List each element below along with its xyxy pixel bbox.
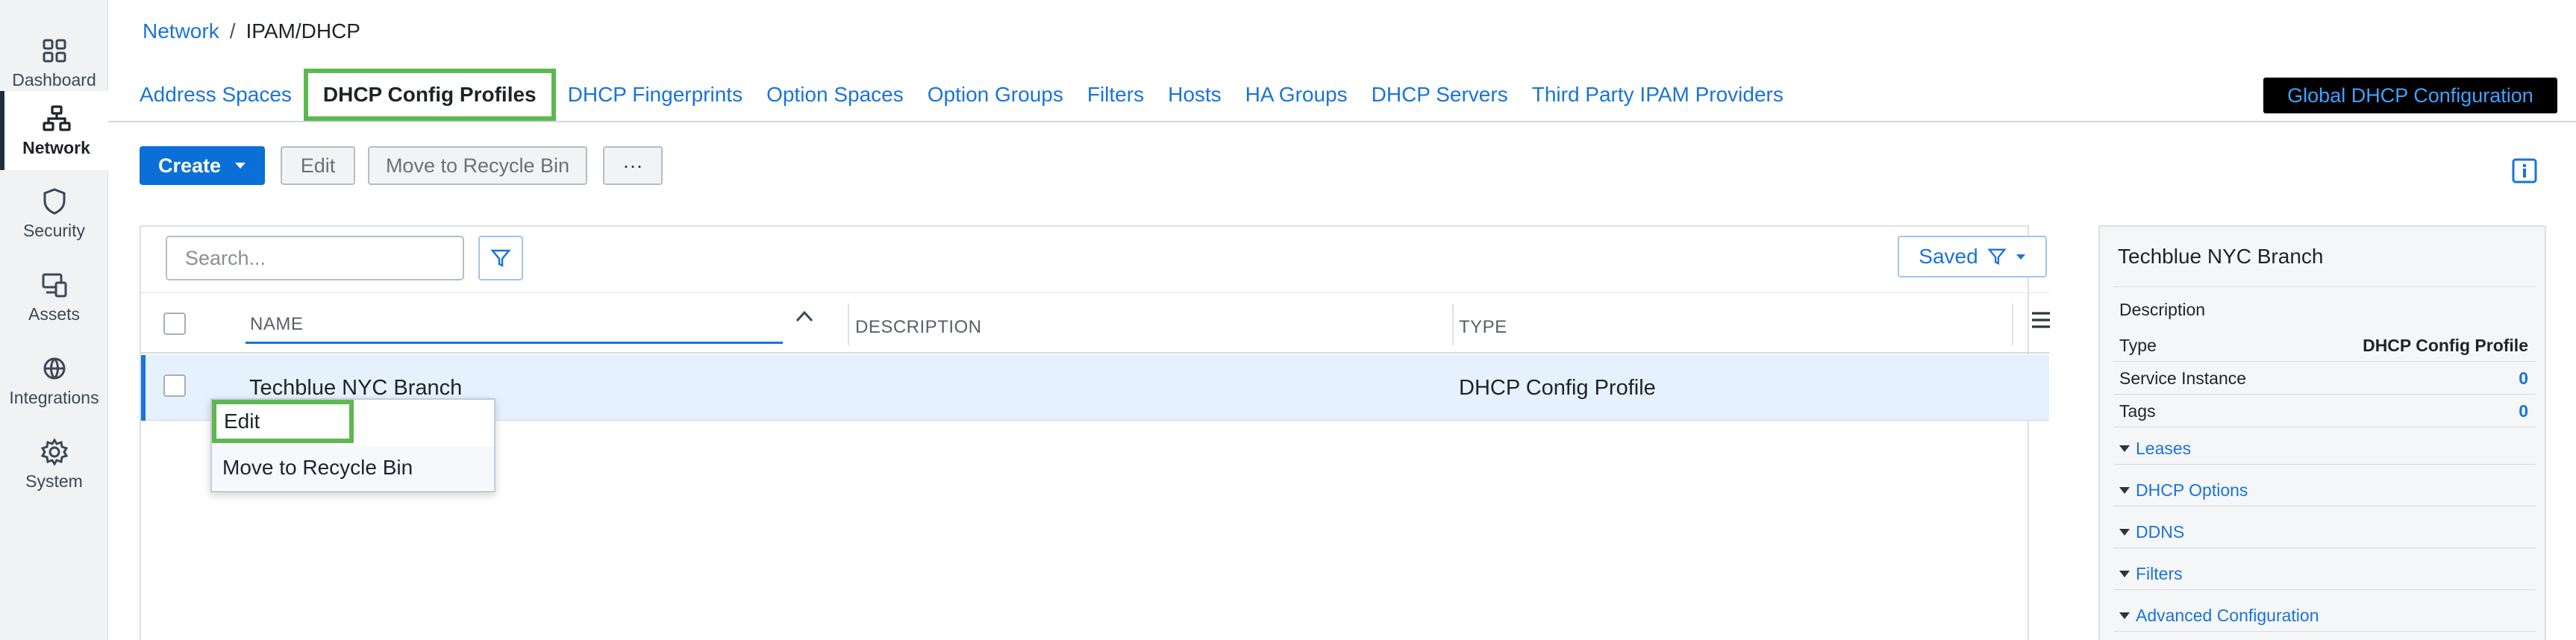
shield-icon bbox=[43, 187, 65, 215]
saved-filters-button[interactable]: Saved bbox=[1898, 236, 2047, 277]
detail-section-ddns[interactable]: DDNS bbox=[2119, 522, 2184, 542]
context-menu-edit[interactable]: Edit bbox=[212, 400, 354, 443]
tab-address-spaces[interactable]: Address Spaces bbox=[140, 69, 304, 121]
row-type-cell: DHCP Config Profile bbox=[1459, 376, 1656, 400]
tab-third-party-ipam-providers[interactable]: Third Party IPAM Providers bbox=[1520, 69, 1795, 121]
expand-triangle-icon bbox=[2119, 612, 2130, 619]
expand-triangle-icon bbox=[2119, 487, 2130, 494]
detail-tags-value[interactable]: 0 bbox=[2519, 401, 2528, 421]
filter-icon bbox=[1987, 248, 2007, 266]
tabs-divider bbox=[108, 121, 2576, 122]
breadcrumb-network-link[interactable]: Network bbox=[143, 19, 219, 43]
sidebar-item-integrations[interactable]: Integrations bbox=[0, 343, 108, 418]
section-label: DHCP Options bbox=[2136, 480, 2248, 500]
assets-icon bbox=[42, 273, 66, 297]
detail-panel: Techblue NYC Branch Description Type DHC… bbox=[2098, 225, 2546, 640]
detail-service-instance-value[interactable]: 0 bbox=[2519, 368, 2528, 389]
detail-tags-label: Tags bbox=[2119, 401, 2156, 421]
detail-section-filters[interactable]: Filters bbox=[2119, 564, 2183, 584]
divider bbox=[2113, 464, 2536, 465]
move-to-recycle-bin-button[interactable]: Move to Recycle Bin bbox=[368, 146, 587, 185]
tab-filters[interactable]: Filters bbox=[1075, 69, 1156, 121]
breadcrumb: Network / IPAM/DHCP bbox=[143, 19, 360, 43]
divider bbox=[2113, 631, 2536, 632]
detail-section-dhcp-options[interactable]: DHCP Options bbox=[2119, 480, 2248, 501]
column-header-name[interactable]: NAME bbox=[250, 314, 303, 335]
detail-description-label: Description bbox=[2119, 300, 2206, 319]
row-context-menu: Edit Move to Recycle Bin bbox=[210, 398, 495, 492]
sidebar-item-label: System bbox=[25, 471, 83, 491]
create-button[interactable]: Create bbox=[140, 146, 265, 185]
breadcrumb-separator: / bbox=[229, 19, 236, 43]
row-name-cell[interactable]: Techblue NYC Branch bbox=[249, 376, 462, 401]
sidebar-item-system[interactable]: System bbox=[0, 427, 108, 501]
column-header-description[interactable]: DESCRIPTION bbox=[855, 317, 982, 338]
expand-triangle-icon bbox=[2119, 445, 2130, 452]
tab-option-spaces[interactable]: Option Spaces bbox=[754, 69, 916, 121]
table-header: NAME DESCRIPTION TYPE bbox=[141, 292, 2049, 354]
name-column-active-indicator bbox=[246, 342, 783, 344]
grid-icon bbox=[43, 39, 66, 62]
sort-ascending-icon[interactable] bbox=[793, 304, 816, 328]
sidebar-item-label: Assets bbox=[28, 304, 81, 324]
section-label: Filters bbox=[2136, 564, 2183, 583]
sidebar-item-assets[interactable]: Assets bbox=[0, 260, 108, 334]
row-selected-indicator bbox=[141, 355, 146, 421]
tab-bar: Address Spaces DHCP Config Profiles DHCP… bbox=[140, 61, 1795, 128]
filter-button[interactable] bbox=[478, 236, 523, 280]
network-icon bbox=[42, 104, 71, 131]
tab-dhcp-fingerprints[interactable]: DHCP Fingerprints bbox=[556, 69, 754, 121]
sidebar-item-label: Network bbox=[22, 137, 90, 157]
column-separator bbox=[848, 304, 849, 345]
column-separator bbox=[1452, 304, 1454, 345]
tab-ha-groups[interactable]: HA Groups bbox=[1234, 69, 1360, 121]
integrations-icon bbox=[43, 357, 65, 379]
tab-option-groups[interactable]: Option Groups bbox=[916, 69, 1075, 121]
sidebar-item-label: Security bbox=[22, 220, 86, 240]
section-label: DDNS bbox=[2136, 522, 2185, 542]
global-dhcp-configuration-button[interactable]: Global DHCP Configuration bbox=[2263, 78, 2557, 113]
sidebar-item-dashboard[interactable]: Dashboard bbox=[0, 25, 108, 100]
caret-down-icon bbox=[2016, 254, 2025, 260]
column-menu-icon[interactable] bbox=[2030, 309, 2052, 331]
context-menu-move-to-recycle-bin[interactable]: Move to Recycle Bin bbox=[212, 446, 494, 489]
tab-dhcp-servers[interactable]: DHCP Servers bbox=[1360, 69, 1520, 121]
edit-button[interactable]: Edit bbox=[281, 146, 355, 185]
sidebar-item-label: Integrations bbox=[9, 387, 99, 407]
divider bbox=[2113, 286, 2536, 287]
gear-icon bbox=[40, 437, 68, 466]
select-all-checkbox[interactable] bbox=[163, 313, 186, 335]
expand-triangle-icon bbox=[2119, 529, 2130, 536]
section-label: Leases bbox=[2136, 439, 2192, 458]
sidebar-item-security[interactable]: Security bbox=[0, 176, 108, 251]
divider bbox=[2113, 589, 2536, 590]
filter-icon bbox=[490, 249, 511, 268]
info-icon[interactable] bbox=[2512, 158, 2537, 183]
breadcrumb-current: IPAM/DHCP bbox=[246, 19, 360, 43]
sidebar-item-network[interactable]: Network bbox=[0, 91, 108, 170]
detail-section-leases[interactable]: Leases bbox=[2119, 439, 2191, 459]
column-separator bbox=[2012, 304, 2013, 345]
search-input[interactable] bbox=[166, 236, 464, 280]
sidebar-item-label: Dashboard bbox=[12, 69, 96, 90]
divider bbox=[2113, 361, 2536, 362]
section-label: Advanced Configuration bbox=[2136, 606, 2319, 625]
detail-service-instance-label: Service Instance bbox=[2119, 368, 2247, 388]
create-button-label: Create bbox=[157, 154, 222, 177]
divider bbox=[2113, 394, 2536, 395]
tab-hosts[interactable]: Hosts bbox=[1156, 69, 1234, 121]
saved-filters-label: Saved bbox=[1919, 245, 1978, 268]
sidebar: Dashboard Network Security Assets Integr… bbox=[0, 0, 108, 640]
detail-type-label: Type bbox=[2119, 336, 2157, 355]
tab-dhcp-config-profiles[interactable]: DHCP Config Profiles bbox=[303, 69, 556, 121]
expand-triangle-icon bbox=[2119, 571, 2130, 577]
more-actions-button[interactable]: ··· bbox=[603, 146, 663, 185]
detail-title: Techblue NYC Branch bbox=[2118, 245, 2324, 268]
detail-type-value: DHCP Config Profile bbox=[2363, 336, 2528, 355]
caret-down-icon bbox=[235, 163, 246, 169]
row-checkbox[interactable] bbox=[163, 374, 186, 397]
detail-section-advanced-configuration[interactable]: Advanced Configuration bbox=[2119, 606, 2319, 626]
column-header-type[interactable]: TYPE bbox=[1459, 317, 1507, 338]
